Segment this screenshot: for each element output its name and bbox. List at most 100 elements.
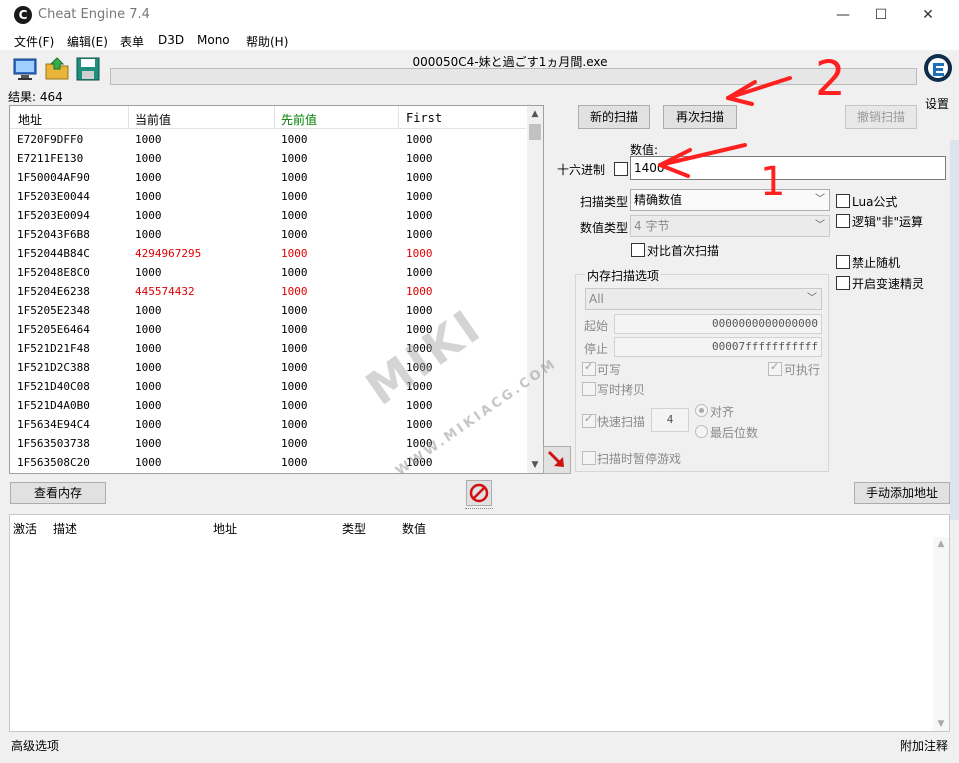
- align-radio[interactable]: [695, 404, 708, 417]
- scroll-down-icon[interactable]: ▼: [527, 457, 543, 473]
- pause-game-label: 扫描时暂停游戏: [597, 452, 682, 466]
- scroll-up-icon[interactable]: ▲: [933, 539, 949, 549]
- clear-list-button[interactable]: [466, 480, 492, 506]
- column-active[interactable]: 激活: [13, 520, 37, 537]
- value-type-select[interactable]: 4 字节 ﹀: [630, 215, 830, 237]
- column-first[interactable]: First: [406, 111, 442, 125]
- scan-type-select[interactable]: 精确数值 ﹀: [630, 189, 830, 211]
- found-address-row[interactable]: 1F52043F6B8 1000 1000 1000: [10, 225, 526, 244]
- cheat-engine-logo-icon[interactable]: [922, 50, 954, 86]
- speedhack-checkbox[interactable]: [836, 276, 850, 290]
- writable-label: 可写: [597, 363, 622, 377]
- close-button[interactable]: ✕: [905, 0, 951, 30]
- no-sign-icon: [469, 483, 489, 503]
- row-current-value: 1000: [135, 380, 162, 393]
- chevron-down-icon: ﹀: [815, 194, 825, 205]
- column-description[interactable]: 描述: [53, 520, 77, 537]
- row-previous-value: 1000: [281, 133, 308, 146]
- advanced-options-button[interactable]: 高级选项: [11, 737, 59, 754]
- add-address-manually-button[interactable]: 手动添加地址: [854, 482, 950, 504]
- view-memory-button[interactable]: 查看内存: [10, 482, 106, 504]
- fast-scan-checkbox[interactable]: [582, 412, 596, 428]
- row-previous-value: 1000: [281, 418, 308, 431]
- save-file-icon[interactable]: [75, 56, 101, 82]
- row-current-value: 1000: [135, 437, 162, 450]
- writable-checkbox[interactable]: [582, 360, 596, 376]
- column-previous-value[interactable]: 先前值: [281, 111, 317, 128]
- menu-d3d[interactable]: D3D: [158, 33, 184, 47]
- menu-help[interactable]: 帮助(H): [246, 33, 288, 50]
- table-extras-button[interactable]: 附加注释: [900, 737, 948, 754]
- last-digits-radio[interactable]: [695, 425, 708, 438]
- row-previous-value: 1000: [281, 399, 308, 412]
- lua-formula-checkbox[interactable]: [836, 194, 850, 208]
- found-address-row[interactable]: E7211FE130 1000 1000 1000: [10, 149, 526, 168]
- hex-checkbox[interactable]: [614, 162, 628, 176]
- row-address: 1F521D4A0B0: [17, 399, 90, 412]
- stop-address-label: 停止: [584, 342, 609, 356]
- settings-label[interactable]: 设置: [925, 95, 949, 112]
- row-first-value: 1000: [406, 418, 433, 431]
- found-address-row[interactable]: 1F5204E6238 445574432 1000 1000: [10, 282, 526, 301]
- add-to-list-arrow-icon[interactable]: [543, 446, 571, 474]
- start-address-label: 起始: [584, 319, 609, 333]
- scan-type-label: 扫描类型: [580, 195, 629, 209]
- select-process-icon[interactable]: [12, 56, 38, 82]
- row-previous-value: 1000: [281, 342, 308, 355]
- found-address-row[interactable]: 1F521D40C08 1000 1000 1000: [10, 377, 526, 396]
- open-file-icon[interactable]: [44, 56, 70, 82]
- undo-scan-button[interactable]: 撤销扫描: [845, 105, 917, 129]
- column-value[interactable]: 数值: [402, 520, 426, 537]
- found-address-row[interactable]: 1F5203E0044 1000 1000 1000: [10, 187, 526, 206]
- menu-file[interactable]: 文件(F): [14, 33, 54, 50]
- disable-random-checkbox[interactable]: [836, 255, 850, 269]
- next-scan-button[interactable]: 再次扫描: [663, 105, 737, 129]
- fast-scan-input[interactable]: 4: [651, 408, 689, 432]
- last-digits-label: 最后位数: [710, 426, 759, 440]
- found-address-row[interactable]: 1F521D4A0B0 1000 1000 1000: [10, 396, 526, 415]
- stop-address-input[interactable]: 00007fffffffffff: [614, 337, 822, 357]
- row-address: 1F5203E0044: [17, 190, 90, 203]
- menu-table[interactable]: 表单: [120, 33, 144, 50]
- executable-checkbox[interactable]: [768, 360, 782, 376]
- found-address-row[interactable]: 1F563508C20 1000 1000 1000: [10, 453, 526, 472]
- menu-edit[interactable]: 编辑(E): [67, 33, 108, 50]
- maximize-button[interactable]: ☐: [858, 0, 904, 30]
- column-type[interactable]: 类型: [342, 520, 366, 537]
- found-list-scrollbar[interactable]: ▲ ▼: [527, 106, 543, 473]
- row-address: 1F563503738: [17, 437, 90, 450]
- found-address-row[interactable]: 1F52044B84C 4294967295 1000 1000: [10, 244, 526, 263]
- memory-region-select[interactable]: All ﹀: [585, 288, 822, 310]
- cheat-table-list[interactable]: 激活 描述 地址 类型 数值 ▲ ▼: [9, 514, 950, 732]
- scroll-up-icon[interactable]: ▲: [527, 106, 543, 122]
- column-address[interactable]: 地址: [18, 111, 42, 128]
- compare-first-label: 对比首次扫描: [647, 244, 720, 258]
- row-first-value: 1000: [406, 133, 433, 146]
- cheat-table-scrollbar[interactable]: ▲ ▼: [933, 537, 949, 731]
- row-current-value: 1000: [135, 418, 162, 431]
- found-address-row[interactable]: 1F52048E8C0 1000 1000 1000: [10, 263, 526, 282]
- found-address-row[interactable]: 1F50004AF90 1000 1000 1000: [10, 168, 526, 187]
- column-table-address[interactable]: 地址: [213, 520, 237, 537]
- logical-not-checkbox[interactable]: [836, 214, 850, 228]
- menu-mono[interactable]: Mono: [197, 33, 230, 47]
- start-address-input[interactable]: 0000000000000000: [614, 314, 822, 334]
- found-address-row[interactable]: 1F5203E0094 1000 1000 1000: [10, 206, 526, 225]
- copy-on-write-checkbox[interactable]: [582, 382, 596, 396]
- row-current-value: 1000: [135, 456, 162, 469]
- memory-scan-options-title: 内存扫描选项: [585, 267, 662, 284]
- fast-scan-label: 快速扫描: [597, 415, 646, 429]
- found-address-row[interactable]: E720F9DFF0 1000 1000 1000: [10, 130, 526, 149]
- value-input[interactable]: 1400: [630, 156, 946, 180]
- compare-first-checkbox[interactable]: [631, 243, 645, 257]
- status-bar: [0, 733, 959, 763]
- row-current-value: 1000: [135, 152, 162, 165]
- new-scan-button[interactable]: 新的扫描: [578, 105, 650, 129]
- scroll-down-icon[interactable]: ▼: [933, 719, 949, 729]
- pause-game-checkbox[interactable]: [582, 451, 596, 465]
- column-current-value[interactable]: 当前值: [135, 111, 171, 128]
- row-first-value: 1000: [406, 266, 433, 279]
- splitter-handle[interactable]: [465, 508, 493, 512]
- scan-progress-bar: [110, 68, 917, 85]
- scroll-thumb[interactable]: [529, 124, 541, 140]
